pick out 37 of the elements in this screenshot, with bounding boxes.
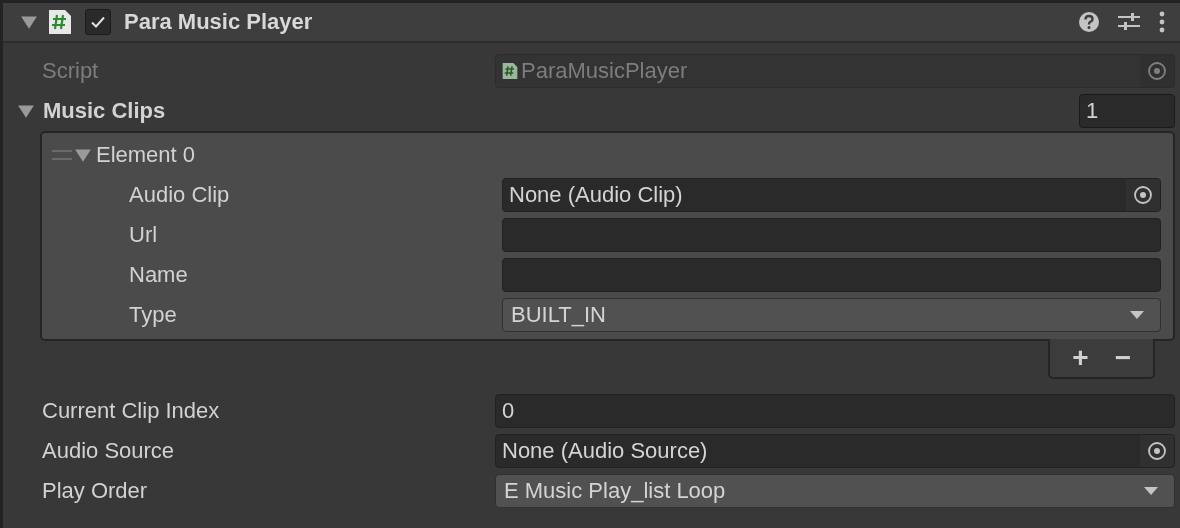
dropdown[interactable]: BUILT_IN — [502, 298, 1161, 332]
text-field[interactable] — [502, 258, 1161, 292]
field-label: Script — [42, 58, 100, 84]
object-picker-icon[interactable] — [1140, 435, 1174, 467]
text-field[interactable] — [502, 218, 1161, 252]
list-size-field[interactable]: 1 — [1079, 94, 1175, 128]
field-label: Type — [129, 302, 178, 328]
remove-button[interactable]: − — [1106, 342, 1139, 374]
script-field: ParaMusicPlayer — [495, 54, 1175, 88]
field-label: Url — [129, 222, 159, 248]
foldout-arrow-icon[interactable] — [74, 146, 92, 164]
add-button[interactable]: + — [1064, 342, 1097, 374]
script-file-icon — [48, 9, 72, 35]
object-field[interactable]: None (Audio Source) — [495, 434, 1175, 468]
help-icon[interactable] — [1078, 11, 1100, 33]
object-picker-icon[interactable] — [1126, 179, 1160, 211]
element-label: Element 0 — [96, 142, 196, 168]
field-label: Audio Clip — [129, 182, 231, 208]
dropdown-arrow-icon — [1144, 486, 1158, 496]
dropdown-arrow-icon — [1130, 310, 1144, 320]
foldout-arrow-icon[interactable] — [17, 102, 35, 120]
field-label: Name — [129, 262, 189, 288]
checkmark-icon — [90, 14, 106, 30]
component-title: Para Music Player — [124, 9, 313, 35]
field-label: Audio Source — [42, 438, 176, 464]
settings-sliders-icon[interactable] — [1118, 12, 1140, 32]
field-label: Play Order — [42, 478, 149, 504]
script-file-icon — [502, 62, 518, 80]
object-field[interactable]: None (Audio Clip) — [502, 178, 1161, 212]
foldout-arrow-icon[interactable] — [20, 13, 38, 31]
drag-handle-icon[interactable] — [52, 150, 72, 160]
more-options-icon[interactable] — [1158, 11, 1166, 33]
dropdown[interactable]: E Music Play_list Loop — [495, 474, 1175, 508]
field-label: Current Clip Index — [42, 398, 221, 424]
number-field[interactable]: 0 — [495, 394, 1175, 428]
enabled-checkbox[interactable] — [85, 9, 111, 35]
list-label: Music Clips — [43, 98, 167, 124]
